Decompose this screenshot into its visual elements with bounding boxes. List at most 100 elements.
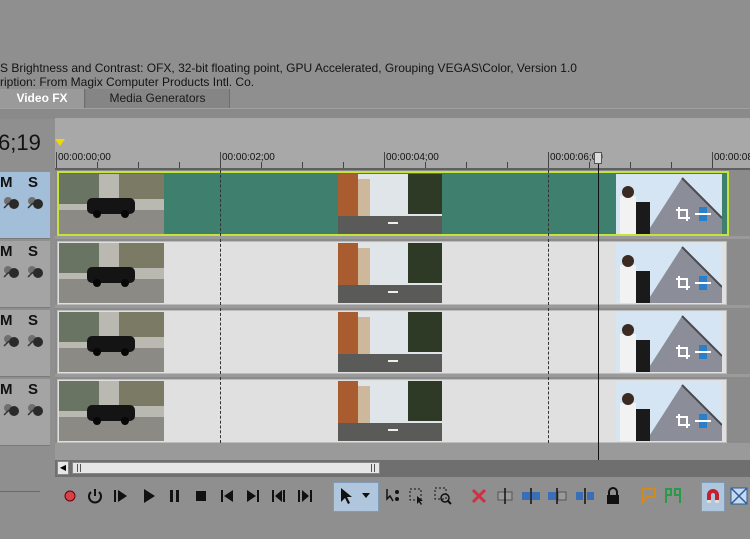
track-header-4[interactable]: M S [0,379,50,446]
track-fx-icon[interactable] [26,332,44,348]
event-fx-icon[interactable] [695,205,711,223]
playhead-handle[interactable] [594,152,602,164]
thumbnail-street-car [59,174,164,234]
track-header-1[interactable]: M S [0,172,50,239]
play-icon[interactable] [139,484,159,508]
track-fx-icon[interactable] [26,401,44,417]
ruler-tick [56,152,57,168]
track-motion-icon[interactable] [2,332,20,348]
grid-line [548,308,549,374]
tab-media-generators[interactable]: Media Generators [86,89,230,108]
track-motion-icon[interactable] [2,194,20,210]
track-header-2[interactable]: M S [0,241,50,308]
crop-icon[interactable] [675,344,691,360]
scrollbar-thumb[interactable] [72,462,380,474]
track-motion-icon[interactable] [2,401,20,417]
stop-icon[interactable] [191,484,211,508]
solo-button[interactable]: S [28,243,38,260]
ruler-tick [384,152,385,168]
event-fx-icon[interactable] [695,343,711,361]
ruler-label: 00:00:08 [714,152,750,163]
video-track-3[interactable] [55,308,750,374]
tool-dropdown-arrow[interactable] [359,484,373,508]
solo-button[interactable]: S [28,381,38,398]
track-motion-icon[interactable] [2,263,20,279]
ruler-tick [712,152,713,168]
ruler-label: 00:00:02;00 [222,152,275,163]
selection-tool-icon[interactable] [407,484,427,508]
go-to-end-icon[interactable] [243,484,263,508]
record-icon[interactable] [60,484,80,508]
thumbnail-city-street [338,174,442,234]
plugin-description-line: ription: From Magix Computer Products In… [0,75,255,89]
solo-button[interactable]: S [28,174,38,191]
next-frame-icon[interactable] [295,484,315,508]
ruler-label: 00:00:04;00 [386,152,439,163]
timeline-horizontal-scrollbar[interactable]: ◀ [55,460,750,476]
solo-button[interactable]: S [28,312,38,329]
thumbnail-street-car [59,312,164,372]
grid-line [220,170,221,236]
mute-button[interactable]: M [0,174,13,191]
marker-icon[interactable] [639,484,659,508]
auto-ripple-icon[interactable] [729,484,749,508]
thumbnail-church-people [616,312,722,372]
delete-icon[interactable] [469,484,489,508]
transport-toolbar [55,476,750,519]
track-header-3[interactable]: M S [0,310,50,377]
event-fx-icon[interactable] [695,412,711,430]
go-to-start-icon[interactable] [217,484,237,508]
status-strip [0,518,750,539]
tab-video-fx[interactable]: Video FX [0,89,85,108]
previous-frame-icon[interactable] [269,484,289,508]
grid-line [548,377,549,443]
ruler-label: 00:00:00;00 [58,152,111,163]
normal-edit-tool-icon[interactable] [337,484,357,508]
play-from-start-icon[interactable] [111,484,131,508]
trim-start-icon[interactable] [521,484,541,508]
loop-icon[interactable] [85,484,105,508]
thumbnail-church-people [616,243,722,303]
region-icon[interactable] [663,484,683,508]
pause-icon[interactable] [165,484,185,508]
crop-icon[interactable] [675,413,691,429]
track-fx-icon[interactable] [26,263,44,279]
envelope-tool-icon[interactable] [383,484,403,508]
thumbnail-city-street [338,381,442,441]
ruler-tick [220,152,221,168]
split-icon[interactable] [575,484,595,508]
time-ruler[interactable]: 00:00:00;00 00:00:02;00 00:00:04;00 00:0… [55,118,750,170]
video-track-1[interactable] [55,170,750,236]
scrollbar-grip-left[interactable] [77,464,81,472]
tab-bar-empty-area [230,89,750,108]
track-fx-icon[interactable] [26,194,44,210]
grid-line [220,308,221,374]
timeline-area[interactable]: 00:00:00;00 00:00:02;00 00:00:04;00 00:0… [55,118,750,463]
vegas-window: S Brightness and Contrast: OFX, 32-bit f… [0,0,750,539]
zoom-tool-icon[interactable] [433,484,453,508]
divider-line [0,491,40,492]
cursor-position-marker[interactable] [55,139,65,146]
window-tab-bar: Video FX Media Generators [0,89,750,108]
track-header-list: M S M S M S M S [0,118,54,454]
grid-line [548,239,549,305]
scrollbar-grip-right[interactable] [371,464,375,472]
thumbnail-street-car [59,381,164,441]
trim-end-icon[interactable] [547,484,567,508]
grid-line [220,377,221,443]
crop-icon[interactable] [675,206,691,222]
thumbnail-church-people [616,381,722,441]
video-track-4[interactable] [55,377,750,443]
playhead-line[interactable] [598,152,599,463]
thumbnail-church-people [616,174,722,234]
mute-button[interactable]: M [0,381,13,398]
crop-icon[interactable] [675,275,691,291]
snapping-icon[interactable] [703,484,723,508]
scroll-left-button[interactable]: ◀ [57,461,69,475]
lock-icon[interactable] [603,484,623,508]
mute-button[interactable]: M [0,243,13,260]
video-track-2[interactable] [55,239,750,305]
trim-icon[interactable] [495,484,515,508]
mute-button[interactable]: M [0,312,13,329]
event-fx-icon[interactable] [695,274,711,292]
